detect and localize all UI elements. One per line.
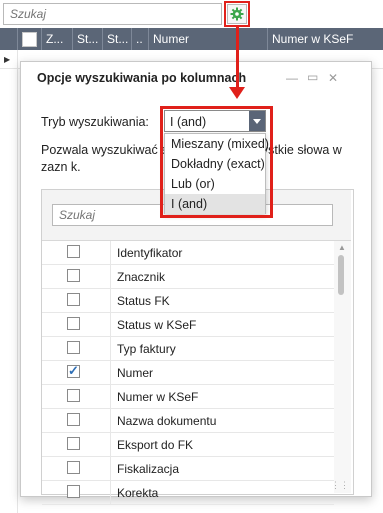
- column-list-item[interactable]: Numer: [42, 361, 334, 385]
- current-row-arrow-icon: ▶: [4, 55, 11, 64]
- column-label: Fiskalizacja: [117, 462, 180, 476]
- cell-divider: [110, 289, 111, 312]
- header-select-all-cell[interactable]: [18, 28, 42, 50]
- cell-divider: [110, 385, 111, 408]
- cell-divider: [110, 313, 111, 336]
- annotation-arrowhead: [229, 87, 245, 99]
- grid-header: Z... St... St... .. Numer Numer w KSeF: [0, 28, 383, 50]
- scrollbar-thumb[interactable]: [338, 255, 344, 295]
- column-checkbox[interactable]: [67, 389, 80, 402]
- column-checkbox[interactable]: [67, 341, 80, 354]
- column-header[interactable]: ..: [132, 28, 149, 50]
- column-list-item[interactable]: Status w KSeF: [42, 313, 334, 337]
- column-checkbox[interactable]: [67, 485, 80, 498]
- cell-divider: [110, 457, 111, 480]
- column-header[interactable]: Numer: [149, 28, 268, 50]
- column-label: Status FK: [117, 294, 170, 308]
- cell-divider: [110, 409, 111, 432]
- maximize-icon[interactable]: ▭: [307, 70, 318, 84]
- column-checkbox[interactable]: [67, 413, 80, 426]
- cell-divider: [110, 481, 111, 504]
- minimize-icon[interactable]: —: [286, 71, 298, 85]
- column-list-item[interactable]: Korekta: [42, 481, 334, 505]
- dialog-title: Opcje wyszukiwania po kolumnach: [37, 71, 247, 85]
- column-list-item[interactable]: Eksport do FK: [42, 433, 334, 457]
- close-icon[interactable]: ✕: [328, 71, 338, 85]
- search-input[interactable]: [3, 3, 222, 25]
- column-checkbox[interactable]: [67, 245, 80, 258]
- annotation-arrow-line: [236, 27, 239, 89]
- cell-divider: [110, 337, 111, 360]
- column-label: Status w KSeF: [117, 318, 197, 332]
- scroll-up-icon[interactable]: ▲: [338, 243, 346, 252]
- column-label: Identyfikator: [117, 246, 183, 260]
- row-indicator-column: [0, 50, 18, 513]
- column-label: Eksport do FK: [117, 438, 194, 452]
- gear-icon: [230, 7, 244, 21]
- select-all-checkbox[interactable]: [22, 32, 37, 47]
- cell-divider: [110, 265, 111, 288]
- column-checkbox[interactable]: [67, 437, 80, 450]
- search-options-button[interactable]: [227, 4, 247, 24]
- header-indicator-cell: [0, 28, 18, 50]
- column-label: Numer: [117, 366, 154, 380]
- column-label: Nazwa dokumentu: [117, 414, 217, 428]
- column-list-item[interactable]: Identyfikator: [42, 241, 334, 265]
- column-list-item[interactable]: Numer w KSeF: [42, 385, 334, 409]
- column-list-item[interactable]: Znacznik: [42, 265, 334, 289]
- column-header[interactable]: St...: [103, 28, 132, 50]
- resize-grip-icon[interactable]: ⋮⋮: [331, 480, 349, 491]
- column-list-item[interactable]: Status FK: [42, 289, 334, 313]
- column-checkbox[interactable]: [67, 461, 80, 474]
- annotation-highlight-box: [160, 106, 273, 218]
- column-header[interactable]: Z...: [42, 28, 73, 50]
- column-list-item[interactable]: Nazwa dokumentu: [42, 409, 334, 433]
- column-list-item[interactable]: Typ faktury: [42, 337, 334, 361]
- cell-divider: [110, 361, 111, 384]
- cell-divider: [110, 241, 111, 264]
- column-checkbox[interactable]: [67, 363, 80, 379]
- columns-list-panel: Identyfikator Znacznik Status FK Status w K…: [41, 189, 354, 505]
- columns-list: Identyfikator Znacznik Status FK Status w K…: [42, 241, 334, 505]
- search-mode-label: Tryb wyszukiwania:: [41, 115, 149, 129]
- column-label: Korekta: [117, 486, 159, 500]
- column-list-item[interactable]: Fiskalizacja: [42, 457, 334, 481]
- column-label: Typ faktury: [117, 342, 176, 356]
- column-header[interactable]: Numer w KSeF: [268, 28, 383, 50]
- cell-divider: [110, 433, 111, 456]
- column-label: Numer w KSeF: [117, 390, 199, 404]
- column-label: Znacznik: [117, 270, 166, 284]
- column-checkbox[interactable]: [67, 317, 80, 330]
- columns-list-scrollbar[interactable]: ▲: [334, 241, 351, 493]
- column-checkbox[interactable]: [67, 269, 80, 282]
- column-header[interactable]: St...: [73, 28, 103, 50]
- column-checkbox[interactable]: [67, 293, 80, 306]
